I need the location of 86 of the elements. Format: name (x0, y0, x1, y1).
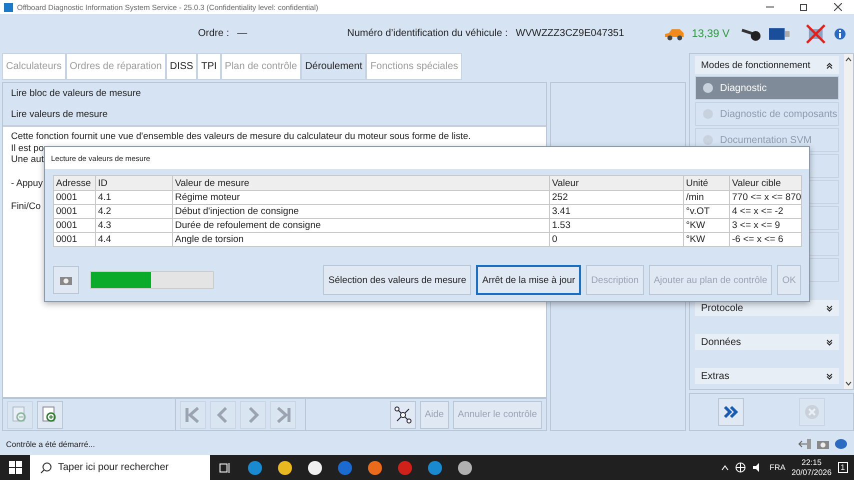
zoom-in-icon (42, 406, 58, 424)
order-value: — (237, 28, 248, 39)
globe-icon[interactable] (734, 462, 746, 473)
column-header[interactable]: Valeur (550, 176, 684, 190)
scroll-up-icon[interactable] (845, 56, 852, 62)
network-button[interactable] (390, 400, 416, 428)
vin-label: Numéro d’identification du véhicule : (347, 28, 508, 39)
scroll-down-icon[interactable] (845, 381, 852, 387)
network-icon (394, 406, 412, 424)
battery-voltage: 13,39 V (692, 28, 730, 40)
tab[interactable]: DISS (166, 53, 198, 80)
exit-icon[interactable] (798, 438, 812, 450)
mode-icon (702, 82, 714, 94)
expand-icon[interactable] (826, 372, 833, 380)
table-cell: 770 <= x <= 870 (730, 190, 802, 204)
table-cell: 252 (550, 190, 684, 204)
sidebar-section[interactable]: Protocole (695, 300, 839, 316)
camera-icon (816, 438, 830, 450)
column-header[interactable]: ID (96, 176, 172, 190)
table-cell: 0 (550, 232, 684, 246)
info-icon[interactable] (834, 28, 846, 40)
car-icon (664, 26, 686, 40)
windows-start-icon[interactable] (8, 461, 22, 474)
double-chevron-right-icon (722, 405, 739, 419)
table-cell: Durée de refoulement de consigne (172, 218, 550, 232)
description-text: Une aut (11, 153, 44, 164)
table-cell: 1.53 (550, 218, 684, 232)
table-cell: 0001 (54, 218, 96, 232)
column-header[interactable]: Unité (684, 176, 730, 190)
expand-icon[interactable] (826, 338, 833, 346)
zoom-in-button[interactable] (37, 400, 63, 428)
dialog-button[interactable]: Sélection des valeurs de mesure (323, 265, 472, 295)
table-cell: 3.41 (550, 204, 684, 218)
table-cell: 0001 (54, 190, 96, 204)
order-label: Ordre : (198, 28, 230, 39)
description-text: Il est po (11, 142, 44, 153)
task-view-icon[interactable] (219, 462, 231, 474)
column-header[interactable]: Valeur cible (730, 176, 802, 190)
sidebar-section[interactable]: Données (695, 334, 839, 350)
collapse-icon[interactable] (826, 62, 833, 68)
mode-icon (702, 134, 714, 146)
table-cell: /min (684, 190, 730, 204)
table-cell: 4.3 (96, 218, 172, 232)
description-text: Cette fonction fournit une vue d'ensemble des valeurs de mesure du calculateur du moteur sous forme de liste. (11, 130, 471, 142)
key-icon (740, 26, 762, 40)
description-text: Fini/Co (11, 200, 41, 212)
tab[interactable]: Déroulement (301, 53, 366, 80)
table-cell: 4.4 (96, 232, 172, 246)
table-cell: 4 <= x <= -2 (730, 204, 802, 218)
table-cell: Début d'injection de consigne (172, 204, 550, 218)
close-circle-icon (804, 404, 820, 420)
table-cell: 0001 (54, 232, 96, 246)
column-header[interactable]: Adresse (54, 176, 96, 190)
description-text: - Appuy (11, 176, 43, 188)
table-cell: 4.1 (96, 190, 172, 204)
tab[interactable]: TPI (197, 53, 221, 80)
vin-value: WVWZZZ3CZ9E047351 (516, 28, 624, 39)
camera-icon (59, 274, 73, 286)
usb-icon (769, 26, 791, 40)
sidebar-section[interactable]: Extras (695, 368, 839, 384)
expand-icon[interactable] (826, 304, 833, 312)
zoom-out-icon (12, 406, 28, 424)
taskbar-clock[interactable]: 22:15 20/07/2026 (792, 458, 832, 478)
dialog-button[interactable]: Arrêt de la mise à jour (476, 265, 582, 295)
taskbar-search-field[interactable]: Taper ici pour rechercher (30, 455, 210, 480)
language-indicator[interactable]: FRA (770, 463, 786, 472)
search-icon (40, 462, 52, 474)
table-cell: 3 <= x <= 9 (730, 218, 802, 232)
table-cell: °KW (684, 218, 730, 232)
table-cell: Régime moteur (172, 190, 550, 204)
table-cell: 0001 (54, 204, 96, 218)
table-cell: °KW (684, 232, 730, 246)
table-cell: 4.2 (96, 204, 172, 218)
column-header[interactable]: Valeur de mesure (172, 176, 550, 190)
forward-button[interactable] (718, 398, 744, 426)
restore-icon[interactable] (800, 3, 808, 11)
notification-count[interactable]: 1 (838, 462, 848, 473)
table-cell: Angle de torsion (172, 232, 550, 246)
table-cell: °v.OT (684, 204, 730, 218)
table-cell: -6 <= x <= 6 (730, 232, 802, 246)
chevron-up-icon[interactable] (720, 464, 728, 470)
sidebar-header[interactable]: Modes de fonctionnement (695, 56, 839, 74)
disconnected-network-icon (804, 22, 826, 44)
camera-button[interactable] (53, 266, 79, 294)
close-icon[interactable] (834, 3, 842, 11)
status-message: Contrôle a été démarré... (6, 440, 95, 448)
